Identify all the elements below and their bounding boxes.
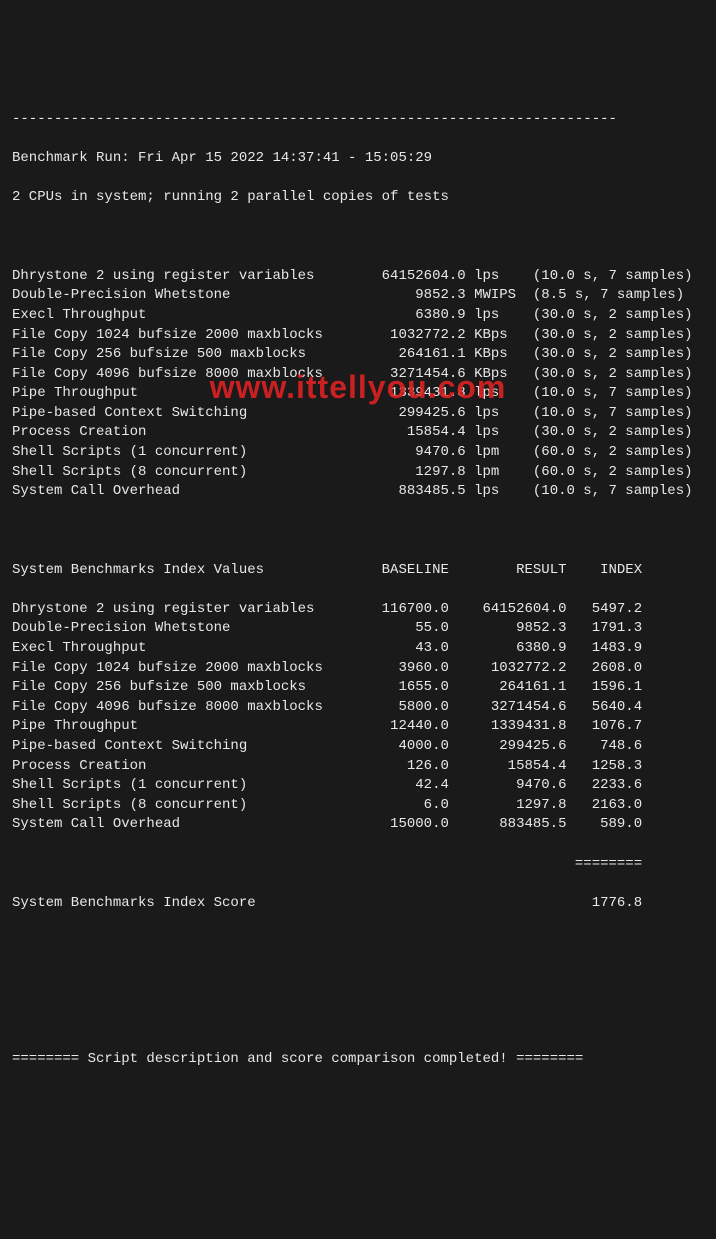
index-row: Pipe-based Context Switching 4000.0 2994… <box>12 737 704 757</box>
index-row: Dhrystone 2 using register variables 116… <box>12 600 704 620</box>
result-row: Pipe Throughput 1339431.8 lps (10.0 s, 7… <box>12 384 704 404</box>
index-row: Shell Scripts (1 concurrent) 42.4 9470.6… <box>12 776 704 796</box>
index-row: File Copy 1024 bufsize 2000 maxblocks 39… <box>12 659 704 679</box>
result-row: Process Creation 15854.4 lps (30.0 s, 2 … <box>12 423 704 443</box>
run-timestamp: Benchmark Run: Fri Apr 15 2022 14:37:41 … <box>12 149 704 169</box>
cpu-info: 2 CPUs in system; running 2 parallel cop… <box>12 188 704 208</box>
result-row: File Copy 4096 bufsize 8000 maxblocks 32… <box>12 365 704 385</box>
index-row: Double-Precision Whetstone 55.0 9852.3 1… <box>12 619 704 639</box>
index-row: File Copy 4096 bufsize 8000 maxblocks 58… <box>12 698 704 718</box>
result-row: Shell Scripts (8 concurrent) 1297.8 lpm … <box>12 463 704 483</box>
score-line: System Benchmarks Index Score 1776.8 <box>12 894 704 914</box>
separator-top: ----------------------------------------… <box>12 110 704 130</box>
index-row: File Copy 256 bufsize 500 maxblocks 1655… <box>12 678 704 698</box>
index-row: Pipe Throughput 12440.0 1339431.8 1076.7 <box>12 717 704 737</box>
divider: ======== <box>12 855 704 875</box>
index-header: System Benchmarks Index Values BASELINE … <box>12 561 704 581</box>
result-row: Double-Precision Whetstone 9852.3 MWIPS … <box>12 286 704 306</box>
index-row: Process Creation 126.0 15854.4 1258.3 <box>12 757 704 777</box>
index-section: Dhrystone 2 using register variables 116… <box>12 600 704 835</box>
index-row: Execl Throughput 43.0 6380.9 1483.9 <box>12 639 704 659</box>
result-row: Execl Throughput 6380.9 lps (30.0 s, 2 s… <box>12 306 704 326</box>
terminal-output: ----------------------------------------… <box>12 90 704 1089</box>
completion-line: ======== Script description and score co… <box>12 1050 704 1070</box>
result-row: File Copy 1024 bufsize 2000 maxblocks 10… <box>12 326 704 346</box>
result-row: Pipe-based Context Switching 299425.6 lp… <box>12 404 704 424</box>
result-row: Dhrystone 2 using register variables 641… <box>12 267 704 287</box>
result-row: Shell Scripts (1 concurrent) 9470.6 lpm … <box>12 443 704 463</box>
index-row: Shell Scripts (8 concurrent) 6.0 1297.8 … <box>12 796 704 816</box>
result-row: System Call Overhead 883485.5 lps (10.0 … <box>12 482 704 502</box>
results-section: Dhrystone 2 using register variables 641… <box>12 267 704 502</box>
result-row: File Copy 256 bufsize 500 maxblocks 2641… <box>12 345 704 365</box>
index-row: System Call Overhead 15000.0 883485.5 58… <box>12 815 704 835</box>
